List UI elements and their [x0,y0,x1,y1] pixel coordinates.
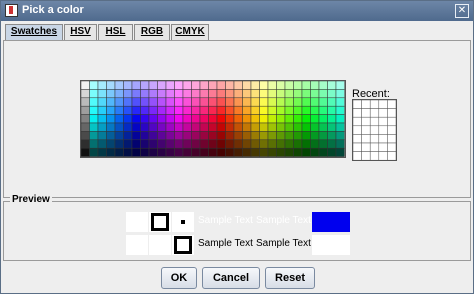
tab-swatches-label: Swatches [10,26,58,37]
preview-box-white-bottom [126,235,148,255]
tab-cmyk-label: CMYK [175,26,205,37]
tab-hsl-label: HSL [105,26,126,37]
window-title: Pick a color [22,4,84,16]
tab-hsv[interactable]: HSV [64,24,97,40]
outlined-square-icon [174,236,192,254]
preview-box-outline-bottom [172,235,194,255]
swatch-grid[interactable] [80,80,346,158]
selected-color-swatch [312,212,350,232]
preview-text-row-top: Sample Text Sample Text [195,212,311,232]
ok-button[interactable]: OK [161,267,197,289]
preview-label: Preview [10,194,52,205]
swatches-panel: Recent: [3,40,471,198]
tab-rgb-label: RGB [140,26,164,37]
tab-hsv-label: HSV [70,26,91,37]
preview-box-dot [172,212,194,232]
color-chooser-dialog: Pick a color ✕ Swatches HSV HSL RGB CMYK… [0,0,474,294]
cancel-button[interactable]: Cancel [202,267,260,289]
white-color-swatch [312,235,350,255]
tab-hsl[interactable]: HSL [98,24,133,40]
close-icon[interactable]: ✕ [455,4,469,18]
preview-text-row-bottom: Sample Text Sample Text [195,235,311,255]
dot-icon [181,220,185,224]
tab-rgb[interactable]: RGB [134,24,170,40]
app-icon [5,4,18,17]
sample-text: Sample Text [198,215,253,226]
preview-box-white-top [126,212,148,232]
preview-box-outline-top [149,212,171,232]
outlined-square-icon [151,213,169,231]
sample-text: Sample Text [256,215,311,226]
preview-box-plain [149,235,171,255]
preview-panel: Preview Sample Text Sample Text Sample T… [3,194,471,261]
reset-button[interactable]: Reset [265,267,315,289]
sample-text: Sample Text [198,238,253,249]
title-bar[interactable]: Pick a color ✕ [1,1,473,21]
recent-swatch-grid[interactable] [352,99,397,161]
tab-swatches[interactable]: Swatches [5,24,63,41]
tab-cmyk[interactable]: CMYK [171,24,209,40]
sample-text: Sample Text [256,238,311,249]
